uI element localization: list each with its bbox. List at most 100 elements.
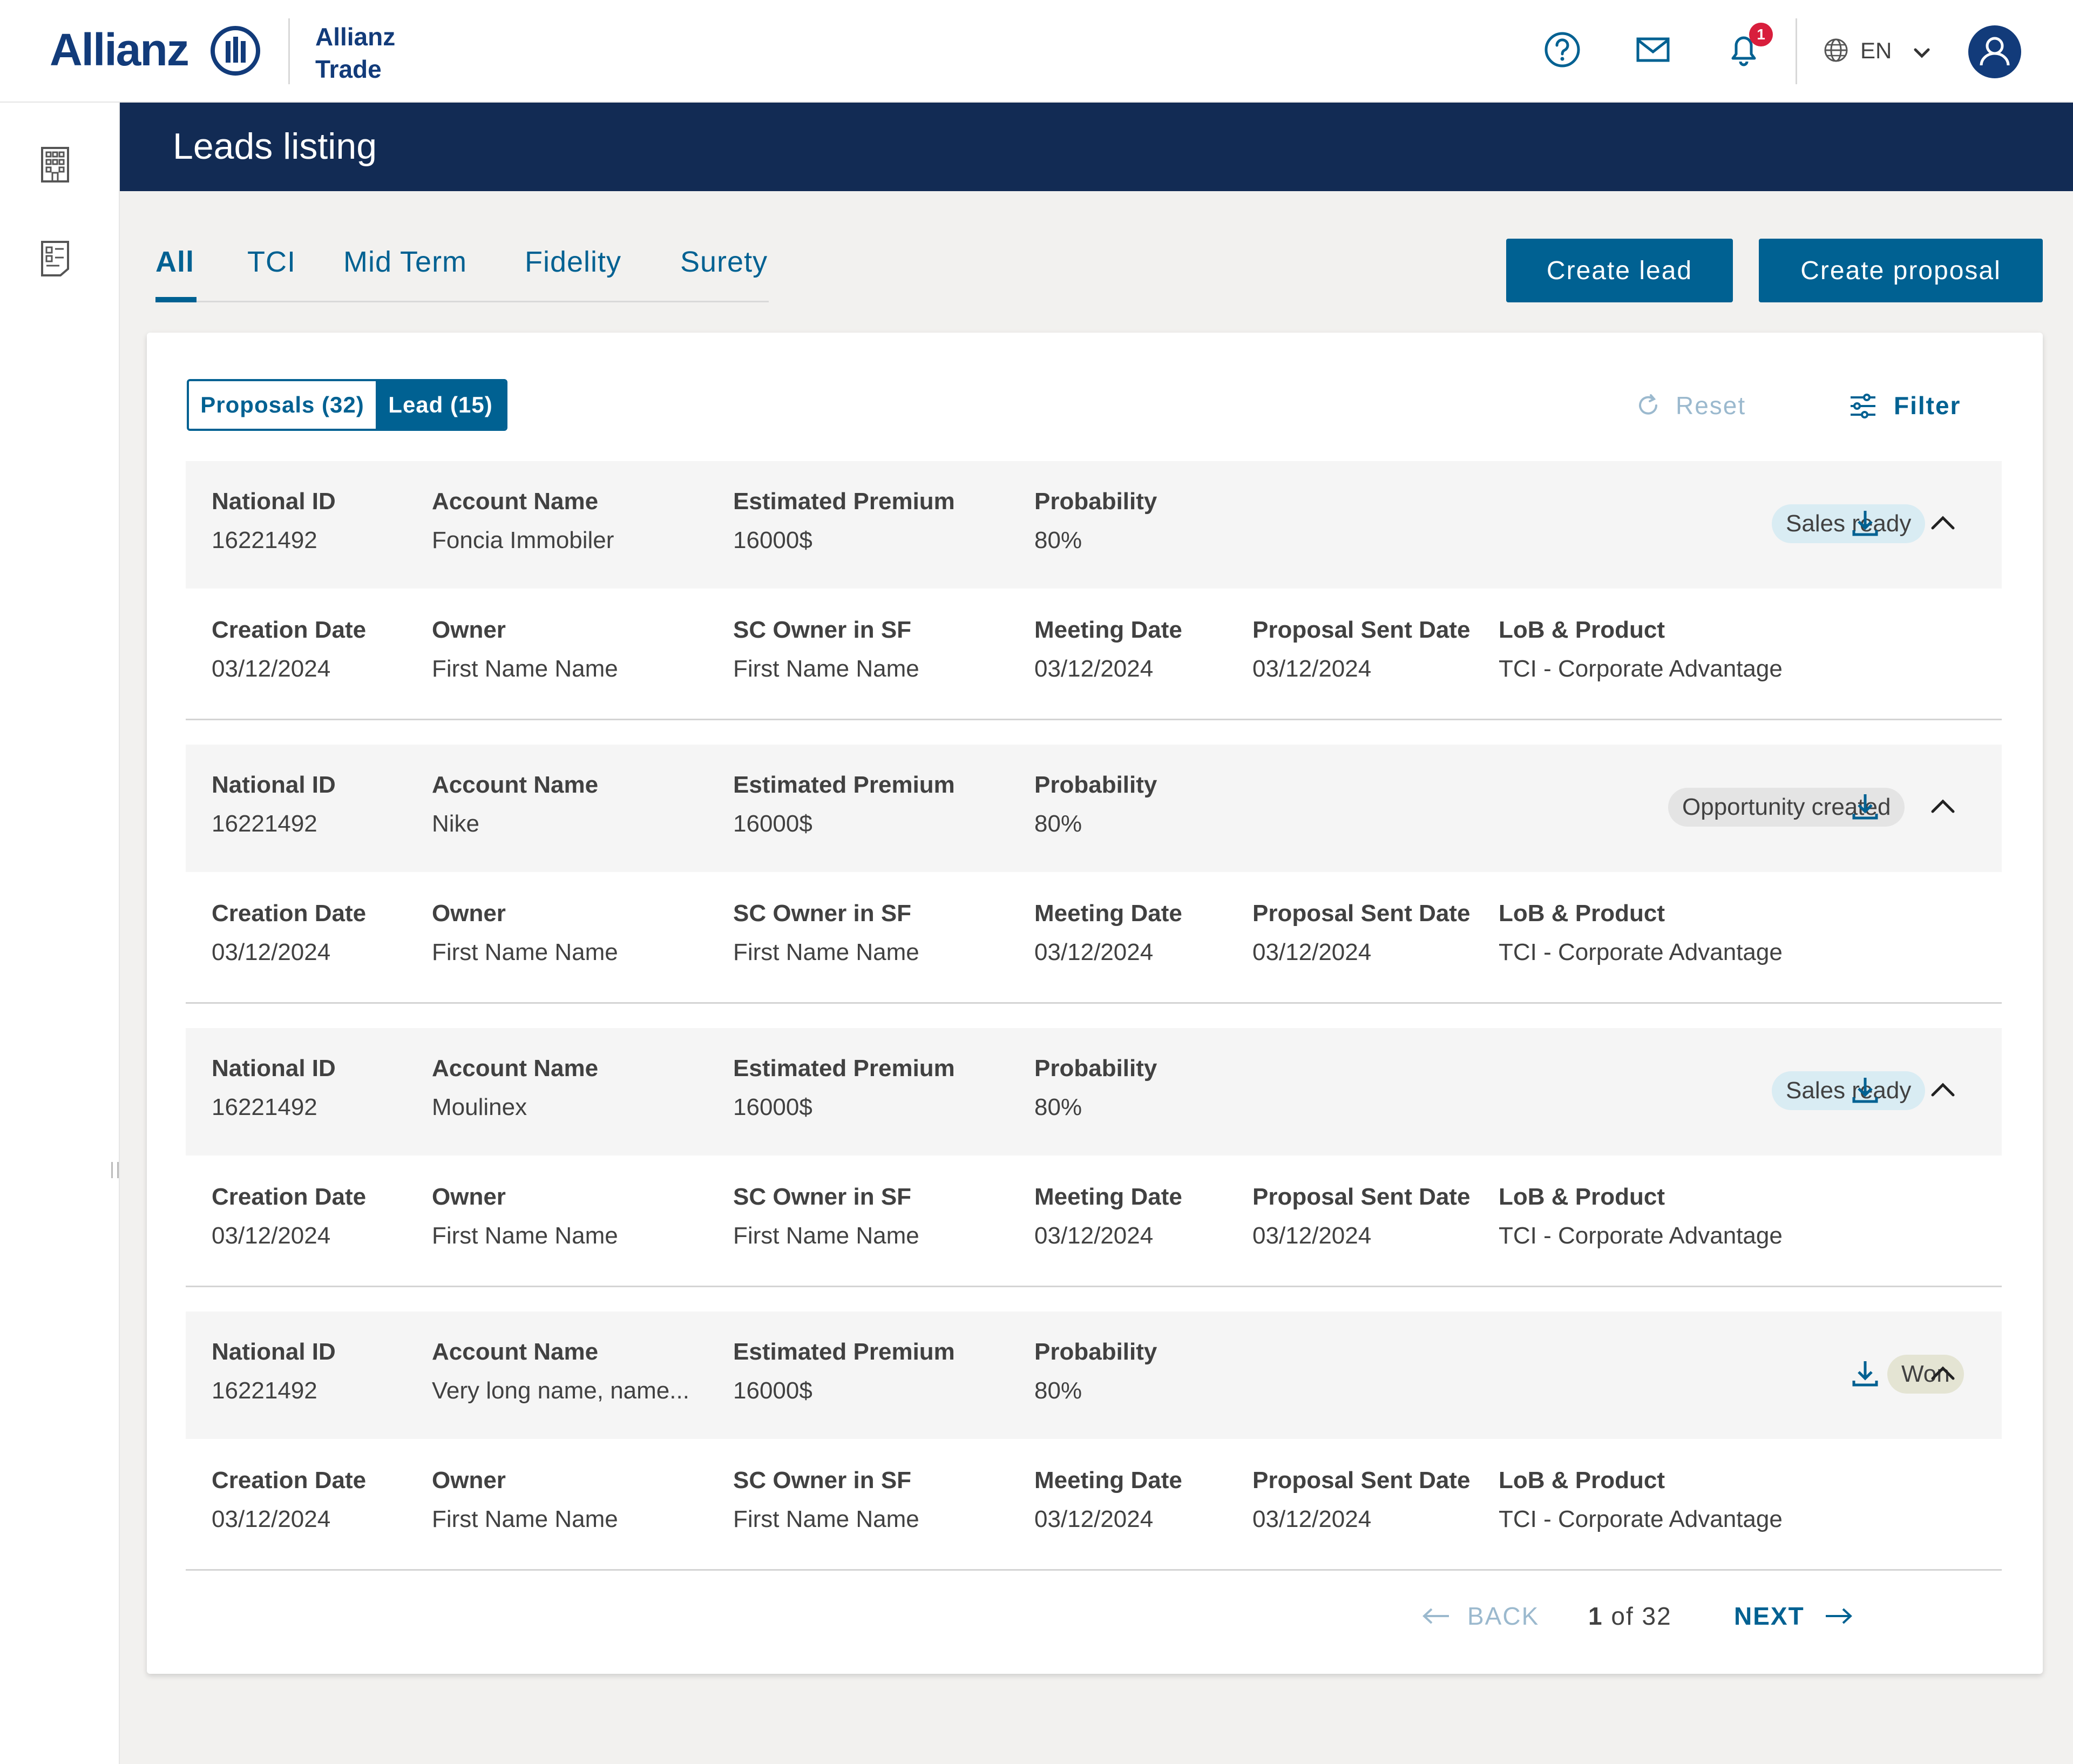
field-value: Foncia Immobiler xyxy=(432,527,614,553)
lead-detail-row: Creation Date 03/12/2024 Owner First Nam… xyxy=(186,589,2002,720)
field-value: 16221492 xyxy=(212,527,317,553)
chevron-up-icon[interactable] xyxy=(1925,789,1961,824)
download-icon[interactable] xyxy=(1847,1072,1883,1108)
mail-icon[interactable] xyxy=(1631,28,1675,71)
field-label: Creation Date xyxy=(212,1467,367,1493)
field-label: National ID xyxy=(212,488,336,515)
creation-date-field: Creation Date 03/12/2024 xyxy=(212,900,366,966)
field-label: Proposal Sent Date xyxy=(1252,1184,1471,1210)
sc-owner-field: SC Owner in SF First Name Name xyxy=(733,900,919,966)
proposals-lead-toggle: Proposals (32) Lead (15) xyxy=(187,379,507,431)
rail-resize-handle[interactable] xyxy=(111,1162,119,1178)
lead-record: National ID 16221492 Account Name Nike E… xyxy=(186,745,2002,1004)
proposal-sent-date-field: Proposal Sent Date 03/12/2024 xyxy=(1252,1184,1470,1249)
chevron-down-icon[interactable] xyxy=(1911,42,1933,64)
field-value: 80% xyxy=(1034,527,1082,553)
field-value: 03/12/2024 xyxy=(212,655,331,682)
owner-field: Owner First Name Name xyxy=(432,617,618,682)
chevron-up-icon[interactable] xyxy=(1925,505,1961,541)
allianz-eagle-logo-icon xyxy=(211,26,260,76)
field-label: LoB & Product xyxy=(1499,900,1665,927)
create-proposal-button[interactable]: Create proposal xyxy=(1759,239,2043,302)
language-selector[interactable]: EN xyxy=(1860,38,1892,64)
field-label: Owner xyxy=(432,900,506,927)
create-lead-button[interactable]: Create lead xyxy=(1506,239,1733,302)
lead-toggle-option[interactable]: Lead (15) xyxy=(376,381,505,429)
chevron-up-icon[interactable] xyxy=(1925,1356,1961,1391)
field-value: 03/12/2024 xyxy=(1252,1506,1372,1532)
tab-fidelity[interactable]: Fidelity xyxy=(525,245,621,279)
field-label: LoB & Product xyxy=(1499,1467,1665,1493)
field-value: First Name Name xyxy=(432,1506,618,1532)
field-label: Meeting Date xyxy=(1034,1184,1182,1210)
pagination-status: 1 of 32 xyxy=(1588,1601,1672,1639)
field-label: Account Name xyxy=(432,1055,599,1082)
product-brand-line1: Allianz xyxy=(315,23,396,51)
download-icon[interactable] xyxy=(1847,1356,1883,1391)
field-label: Estimated Premium xyxy=(733,1055,955,1082)
field-value: 16221492 xyxy=(212,1377,317,1404)
chevron-up-icon[interactable] xyxy=(1925,1072,1961,1108)
user-avatar[interactable] xyxy=(1968,25,2021,78)
field-label: Meeting Date xyxy=(1034,1467,1182,1493)
download-icon[interactable] xyxy=(1847,789,1883,824)
field-value: 80% xyxy=(1034,1094,1082,1120)
field-value: 03/12/2024 xyxy=(212,1506,331,1532)
field-value: 16000$ xyxy=(733,527,812,553)
allianz-logo-text[interactable]: Allianz xyxy=(50,24,189,76)
national-id-field: National ID 16221492 xyxy=(212,772,336,837)
creation-date-field: Creation Date 03/12/2024 xyxy=(212,1467,366,1533)
current-page: 1 xyxy=(1588,1602,1603,1630)
active-tab-indicator xyxy=(155,297,197,302)
lob-product-field: LoB & Product TCI - Corporate Advantage xyxy=(1499,900,1783,966)
tab-all[interactable]: All xyxy=(155,245,194,279)
tab-tci[interactable]: TCI xyxy=(247,245,296,279)
field-label: National ID xyxy=(212,772,336,798)
field-label: Estimated Premium xyxy=(733,772,955,798)
field-value: 80% xyxy=(1034,810,1082,837)
lob-product-field: LoB & Product TCI - Corporate Advantage xyxy=(1499,617,1783,682)
top-header: Allianz Allianz Trade 1 EN xyxy=(0,0,2073,103)
help-circle-icon[interactable] xyxy=(1541,28,1584,71)
probability-field: Probability 80% xyxy=(1034,772,1157,837)
meeting-date-field: Meeting Date 03/12/2024 xyxy=(1034,617,1182,682)
field-value: 80% xyxy=(1034,1377,1082,1404)
field-label: Creation Date xyxy=(212,617,367,643)
tab-mid-term[interactable]: Mid Term xyxy=(343,245,467,279)
field-label: Proposal Sent Date xyxy=(1252,900,1471,927)
field-label: SC Owner in SF xyxy=(733,1467,912,1493)
field-label: Creation Date xyxy=(212,900,367,927)
download-icon[interactable] xyxy=(1847,505,1883,541)
tab-surety[interactable]: Surety xyxy=(680,245,768,279)
field-value: 03/12/2024 xyxy=(1252,655,1372,682)
field-value: Nike xyxy=(432,810,480,837)
field-label: National ID xyxy=(212,1055,336,1082)
page-of-label: of xyxy=(1611,1602,1634,1630)
building-icon[interactable] xyxy=(38,145,72,184)
proposals-toggle-option[interactable]: Proposals (32) xyxy=(189,381,376,429)
tab-all-label: All xyxy=(155,246,195,278)
user-icon xyxy=(1980,37,2010,66)
field-label: Account Name xyxy=(432,488,599,515)
leads-card: Proposals (32) Lead (15) Reset Filter Na… xyxy=(147,333,2043,1674)
national-id-field: National ID 16221492 xyxy=(212,1055,336,1121)
globe-icon[interactable] xyxy=(1823,37,1850,64)
field-value: First Name Name xyxy=(733,939,919,965)
field-value: 03/12/2024 xyxy=(1034,655,1154,682)
field-value: TCI - Corporate Advantage xyxy=(1499,1506,1783,1532)
field-value: Very long name, name... xyxy=(432,1377,689,1404)
field-value: 16000$ xyxy=(733,1094,812,1120)
lead-record: National ID 16221492 Account Name Moulin… xyxy=(186,1028,2002,1287)
proposal-sent-date-field: Proposal Sent Date 03/12/2024 xyxy=(1252,617,1470,682)
national-id-field: National ID 16221492 xyxy=(212,488,336,554)
lead-detail-row: Creation Date 03/12/2024 Owner First Nam… xyxy=(186,1155,2002,1287)
field-label: SC Owner in SF xyxy=(733,617,912,643)
document-list-icon[interactable] xyxy=(38,239,72,278)
lead-record: National ID 16221492 Account Name Very l… xyxy=(186,1312,2002,1571)
field-value: TCI - Corporate Advantage xyxy=(1499,655,1783,682)
field-value: 03/12/2024 xyxy=(1034,1222,1154,1249)
field-value: First Name Name xyxy=(733,1506,919,1532)
field-label: SC Owner in SF xyxy=(733,1184,912,1210)
refresh-icon xyxy=(1639,394,1657,415)
sc-owner-field: SC Owner in SF First Name Name xyxy=(733,617,919,682)
